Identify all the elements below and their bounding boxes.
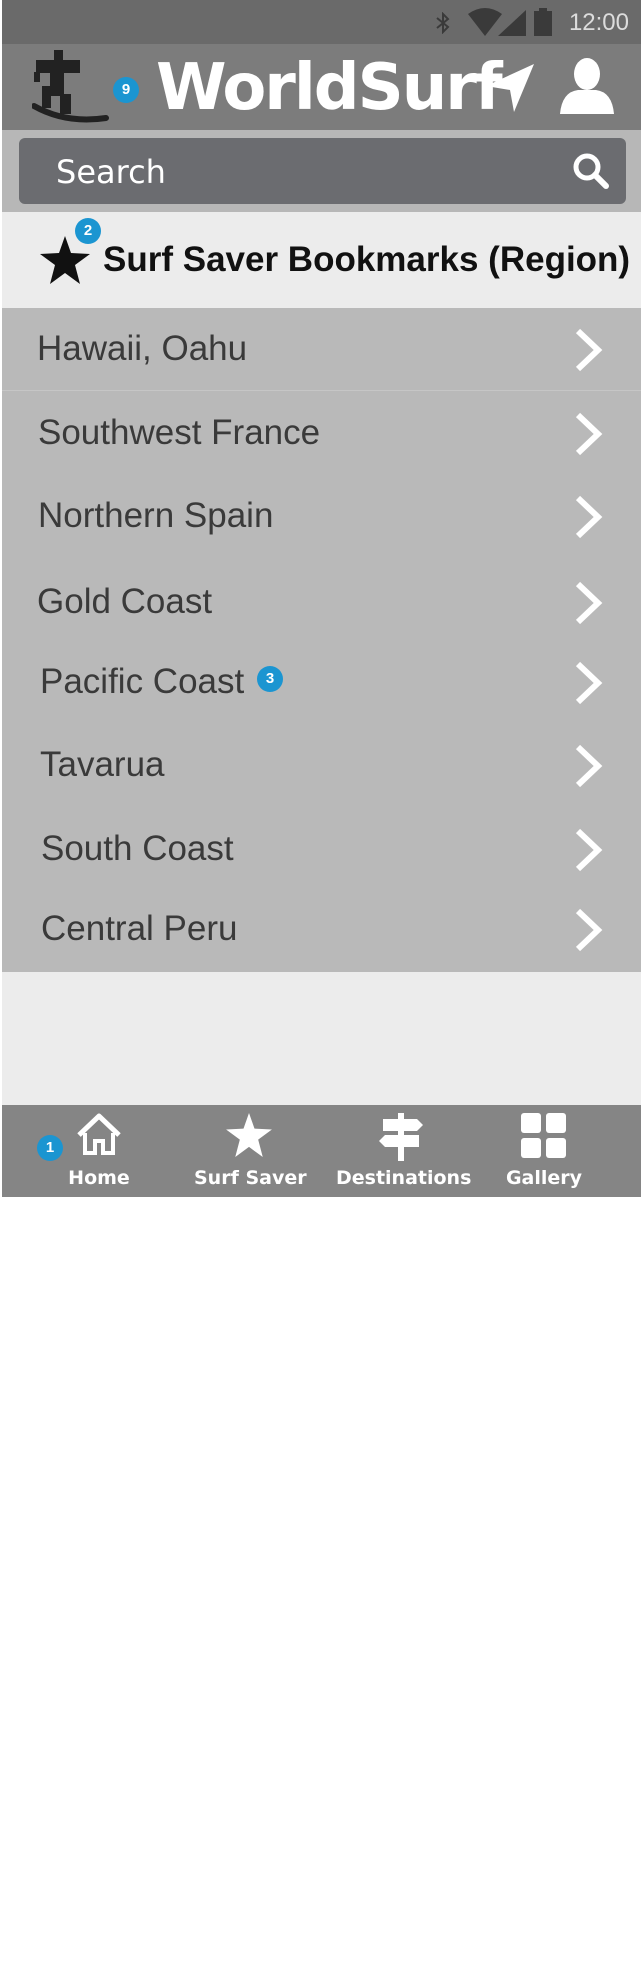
region-label: Central Peru: [41, 909, 238, 948]
chevron-right-icon: [575, 828, 603, 872]
user-profile-icon[interactable]: [558, 56, 616, 116]
chevron-right-icon: [575, 328, 603, 372]
wifi-icon: [468, 8, 502, 36]
chevron-right-icon: [575, 412, 603, 456]
chevron-right-icon: [575, 908, 603, 952]
bottom-navigation: 1 Home Surf Saver Destinations Gallery: [2, 1105, 641, 1197]
home-icon: [77, 1113, 121, 1155]
list-item[interactable]: Central Peru: [2, 888, 641, 970]
nav-surf-saver-label: Surf Saver: [194, 1167, 307, 1189]
bluetooth-icon: [436, 12, 450, 34]
status-bar: 12:00: [2, 0, 641, 44]
nav-home[interactable]: Home: [54, 1105, 144, 1197]
signpost-icon: [379, 1113, 423, 1161]
star-icon: [226, 1113, 272, 1157]
nav-destinations-label: Destinations: [336, 1167, 472, 1189]
list-item[interactable]: Northern Spain: [2, 475, 641, 557]
search-icon[interactable]: [572, 152, 610, 190]
search-input[interactable]: Search: [19, 138, 626, 204]
list-item[interactable]: Gold Coast: [2, 561, 641, 643]
region-label: Southwest France: [38, 413, 321, 452]
nav-destinations[interactable]: Destinations: [336, 1105, 472, 1197]
bookmarks-section-header: 2 Surf Saver Bookmarks (Region): [2, 212, 641, 308]
region-label: Hawaii, Oahu: [37, 329, 248, 368]
search-bar-container: Search: [2, 130, 641, 212]
nav-surf-saver[interactable]: Surf Saver: [194, 1105, 307, 1197]
status-time: 12:00: [568, 9, 629, 36]
logo-badge: 9: [113, 77, 139, 103]
list-item[interactable]: Tavarua: [2, 724, 641, 806]
app-logo-icon[interactable]: [32, 46, 110, 128]
region-label: South Coast: [41, 829, 234, 868]
list-item[interactable]: South Coast: [2, 808, 641, 890]
chevron-right-icon: [575, 495, 603, 539]
region-label: Tavarua: [40, 745, 165, 784]
section-badge: 2: [75, 218, 101, 244]
app-title: WorldSurf: [156, 51, 503, 125]
region-label: Pacific Coast: [40, 662, 245, 701]
phone-screen: 12:00 9 WorldSurf Search 2 Surf Saver Bo…: [2, 0, 641, 1197]
list-item[interactable]: Pacific Coast 3: [2, 641, 641, 723]
signal-icon: [498, 10, 526, 36]
chevron-right-icon: [575, 661, 603, 705]
battery-icon: [534, 8, 552, 36]
pacific-coast-badge: 3: [257, 666, 283, 692]
nav-gallery-label: Gallery: [505, 1167, 583, 1189]
nav-home-label: Home: [68, 1167, 130, 1189]
app-bar: 9 WorldSurf: [2, 44, 641, 130]
search-placeholder: Search: [56, 153, 166, 191]
region-label: Northern Spain: [38, 496, 274, 535]
list-item[interactable]: Hawaii, Oahu: [2, 308, 641, 391]
nav-gallery[interactable]: Gallery: [494, 1105, 594, 1197]
chevron-right-icon: [575, 744, 603, 788]
list-item[interactable]: Southwest France: [2, 392, 641, 474]
section-title: Surf Saver Bookmarks (Region): [103, 240, 631, 279]
grid-icon: [521, 1113, 566, 1158]
location-arrow-icon[interactable]: [484, 62, 536, 114]
region-list: Hawaii, Oahu Southwest France Northern S…: [2, 308, 641, 972]
chevron-right-icon: [575, 581, 603, 625]
region-label: Gold Coast: [37, 582, 213, 621]
